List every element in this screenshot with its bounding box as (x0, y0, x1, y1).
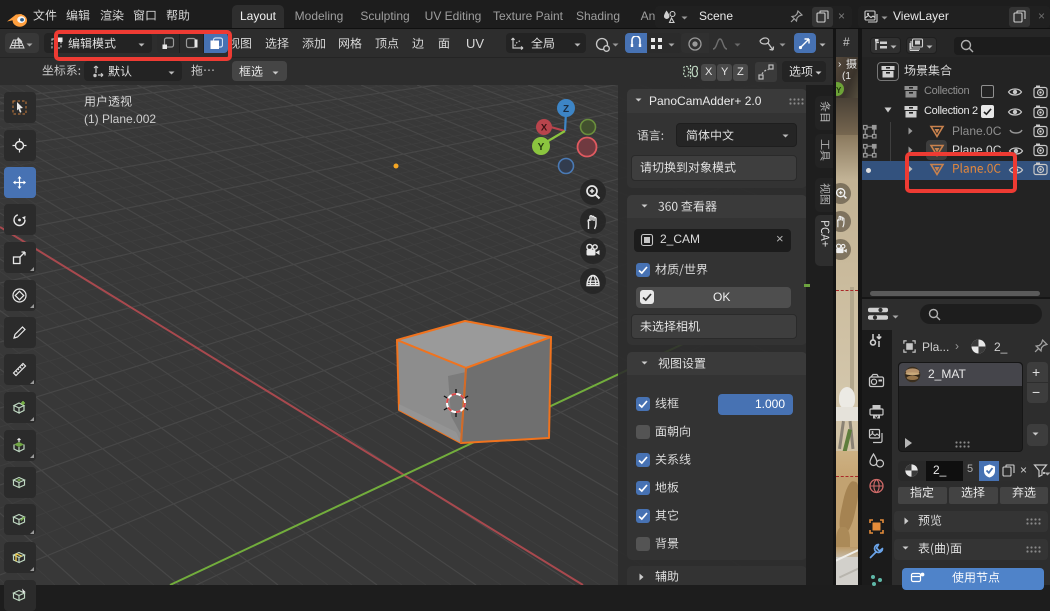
svg-text:Z: Z (563, 104, 569, 115)
svg-text:X: X (541, 123, 548, 134)
svg-text:Y: Y (538, 142, 545, 153)
